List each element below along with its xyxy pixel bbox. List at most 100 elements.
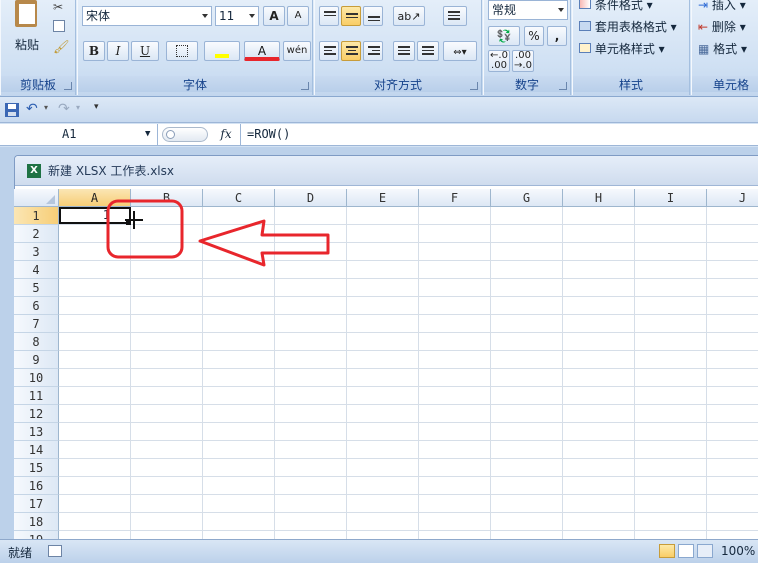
format-as-table-button[interactable]: 套用表格格式 ▾	[579, 18, 677, 36]
grow-font-button[interactable]: A	[263, 6, 285, 26]
page-break-view-icon[interactable]	[697, 544, 713, 558]
font-name-value: 宋体	[86, 9, 111, 23]
zoom-level[interactable]: 100%	[721, 544, 755, 558]
cell-styles-button[interactable]: 单元格样式 ▾	[579, 40, 665, 58]
cells-group-label: 单元格	[692, 76, 758, 92]
percent-button[interactable]: %	[524, 26, 544, 46]
page-layout-view-icon[interactable]	[678, 544, 694, 558]
formula-input[interactable]: =ROW()	[247, 124, 290, 145]
italic-label: I	[115, 44, 121, 58]
conditional-format-button[interactable]: 条件格式 ▾	[579, 0, 653, 14]
cut-icon[interactable]: ✂	[53, 0, 63, 14]
align-right-button[interactable]	[363, 41, 383, 61]
align-center-button[interactable]	[341, 41, 361, 61]
align-middle-button[interactable]	[341, 6, 361, 26]
delete-icon: ⇤	[698, 20, 709, 34]
format-cells-button[interactable]: ▦ 格式 ▾	[698, 40, 747, 58]
spreadsheet-grid[interactable]: A B C D E F G H I J 1 2 3 4 5 6 7 8 9 10 11 12 13 14 1…	[14, 189, 758, 539]
bold-button[interactable]: B	[83, 41, 105, 61]
increase-indent-icon	[422, 46, 434, 57]
align-bottom-icon	[368, 16, 380, 23]
workbook-title-bar[interactable]: X 新建 XLSX 工作表.xlsx	[15, 156, 758, 186]
increase-decimal-button[interactable]: ←.0 .00	[488, 50, 510, 72]
currency-button[interactable]: 💱	[488, 26, 520, 46]
decrease-indent-button[interactable]	[393, 41, 415, 61]
format-painter-icon[interactable]: 🖌	[53, 40, 70, 55]
number-group-label: 数字	[484, 76, 570, 92]
decrease-indent-icon	[398, 46, 410, 57]
phonetic-button[interactable]: wén	[283, 41, 311, 61]
fill-color-button[interactable]	[204, 41, 240, 61]
font-group: 宋体 11 A A B I U A wén 字体	[77, 0, 313, 95]
conditional-format-icon	[579, 0, 591, 9]
align-center-icon	[346, 46, 358, 57]
number-group: 常规 💱 % , ←.0 .00 .00 →.0 数字	[483, 0, 571, 95]
format-cells-icon: ▦	[698, 42, 710, 56]
status-ready: 就绪	[8, 546, 33, 560]
phonetic-label: wén	[286, 45, 308, 56]
align-left-button[interactable]	[319, 41, 339, 61]
insert-function-button[interactable]: fx	[215, 124, 237, 145]
status-bar: 就绪 100%	[0, 539, 758, 563]
alignment-group-label: 对齐方式	[315, 76, 481, 92]
macro-record-icon[interactable]	[48, 545, 62, 557]
comma-button[interactable]: ,	[547, 26, 567, 46]
currency-icon: 💱	[496, 29, 512, 43]
circle-handle-icon	[166, 130, 175, 139]
redo-icon[interactable]: ↷	[58, 101, 70, 117]
redo-dropdown-icon[interactable]: ▾	[76, 103, 80, 112]
font-launcher-icon[interactable]	[301, 82, 309, 90]
fx-label: fx	[220, 127, 232, 141]
undo-icon[interactable]: ↶	[26, 101, 38, 117]
borders-button[interactable]	[166, 41, 198, 61]
align-bottom-button[interactable]	[363, 6, 383, 26]
paste-button[interactable]: 粘贴	[7, 0, 47, 60]
formula-bar-splitter[interactable]	[162, 127, 208, 142]
chevron-down-icon	[202, 14, 208, 18]
quick-access-toolbar: ↶ ▾ ↷ ▾ ▾	[0, 97, 758, 123]
wrap-text-icon	[448, 11, 460, 22]
merge-center-button[interactable]: ⇔▾	[443, 41, 477, 61]
normal-view-icon[interactable]	[659, 544, 675, 558]
undo-dropdown-icon[interactable]: ▾	[44, 103, 48, 112]
conditional-format-label: 条件格式	[594, 0, 643, 12]
underline-label: U	[139, 44, 151, 58]
orientation-button[interactable]: ab↗	[393, 6, 425, 26]
table-icon	[579, 21, 591, 31]
font-name-combo[interactable]: 宋体	[82, 6, 212, 26]
orientation-icon: ab↗	[397, 10, 421, 23]
percent-label: %	[528, 29, 540, 43]
number-format-combo[interactable]: 常规	[488, 0, 568, 20]
align-right-icon	[368, 46, 380, 57]
chevron-down-icon[interactable]: ▼	[145, 124, 150, 145]
increase-indent-button[interactable]	[417, 41, 439, 61]
decrease-decimal-button[interactable]: .00 →.0	[512, 50, 534, 72]
format-as-table-label: 套用表格格式	[594, 20, 667, 34]
copy-icon[interactable]	[53, 20, 65, 32]
save-icon[interactable]	[5, 103, 19, 117]
align-middle-icon	[346, 13, 358, 20]
shrink-font-button[interactable]: A	[287, 6, 309, 26]
font-size-combo[interactable]: 11	[215, 6, 259, 26]
customize-qat-icon[interactable]: ▾	[94, 102, 99, 112]
name-box-value: A1	[62, 127, 77, 141]
annotation-circle	[106, 199, 184, 259]
insert-button[interactable]: ⇥ 插入 ▾	[698, 0, 746, 14]
annotation-overlay	[106, 199, 330, 267]
clipboard-launcher-icon[interactable]	[64, 82, 72, 90]
align-top-button[interactable]	[319, 6, 339, 26]
formula-divider	[240, 124, 241, 145]
merge-center-icon: ⇔▾	[453, 47, 467, 58]
underline-button[interactable]: U	[131, 41, 159, 61]
number-launcher-icon[interactable]	[559, 82, 567, 90]
delete-button[interactable]: ⇤ 删除 ▾	[698, 18, 746, 36]
alignment-launcher-icon[interactable]	[470, 82, 478, 90]
font-color-button[interactable]: A	[244, 41, 280, 61]
wrap-text-button[interactable]	[443, 6, 467, 26]
shrink-font-label: A	[294, 10, 302, 21]
paste-label: 粘贴	[15, 38, 40, 52]
clipboard-group: 粘贴 ✂ 🖌 剪贴板	[0, 0, 76, 95]
decrease-decimal-label: .00 →.0	[514, 50, 532, 71]
italic-button[interactable]: I	[107, 41, 129, 61]
name-box[interactable]: A1 ▼	[0, 124, 158, 145]
